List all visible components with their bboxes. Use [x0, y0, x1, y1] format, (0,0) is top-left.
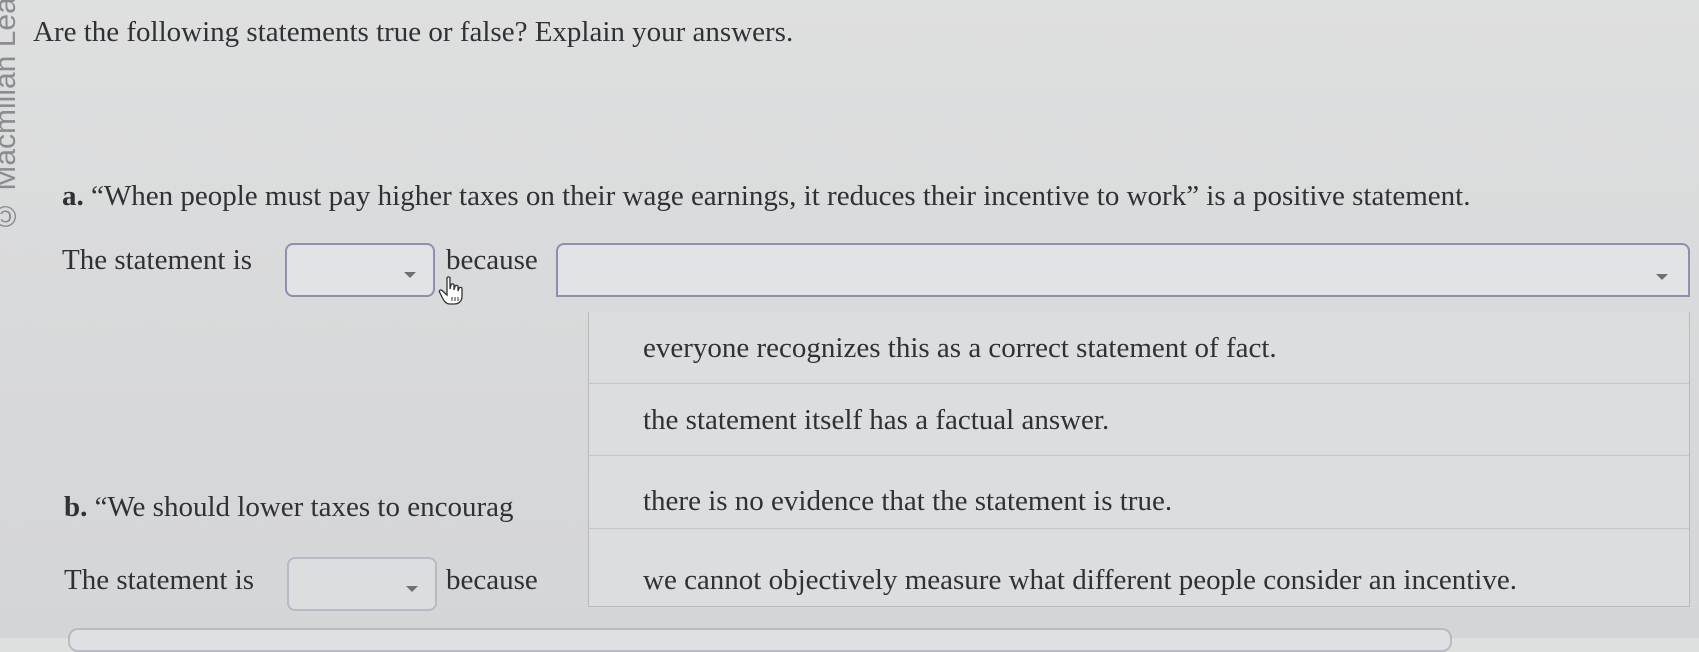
question-a-text: “When people must pay higher taxes on th… [91, 180, 1471, 212]
reason-option[interactable]: the statement itself has a factual answe… [589, 384, 1689, 456]
question-b: b. “We should lower taxes to encourag [64, 491, 513, 524]
reason-dropdown-list: everyone recognizes this as a correct st… [588, 312, 1690, 607]
chevron-down-icon [404, 272, 416, 278]
answer-a-prefix: The statement is [62, 244, 253, 276]
answer-a-reason-select[interactable] [556, 243, 1690, 297]
copyright-watermark-text: © Macmillan Learning [0, 0, 22, 232]
reason-option[interactable]: there is no evidence that the statement … [589, 456, 1689, 529]
answer-a-because-label: because [446, 244, 538, 276]
question-a: a. “When people must pay higher taxes on… [62, 180, 1470, 213]
answer-b-because-label: because [446, 564, 538, 596]
chevron-down-icon [406, 586, 418, 592]
answer-b-truth-select[interactable] [287, 557, 437, 611]
copyright-watermark: © Macmillan Learning [0, 0, 22, 232]
question-b-label: b. [64, 491, 88, 523]
instructions-text: Are the following statements true or fal… [33, 16, 794, 48]
answer-b-prefix: The statement is [64, 564, 255, 596]
question-a-label: a. [62, 180, 84, 212]
reason-option[interactable]: everyone recognizes this as a correct st… [589, 312, 1689, 384]
chevron-down-icon [1656, 274, 1668, 280]
next-input-field[interactable] [68, 628, 1452, 652]
answer-a-truth-select[interactable] [285, 243, 435, 297]
question-b-text: “We should lower taxes to encourag [94, 491, 514, 523]
reason-option[interactable]: we cannot objectively measure what diffe… [589, 529, 1689, 606]
hand-pointer-icon [438, 276, 463, 305]
